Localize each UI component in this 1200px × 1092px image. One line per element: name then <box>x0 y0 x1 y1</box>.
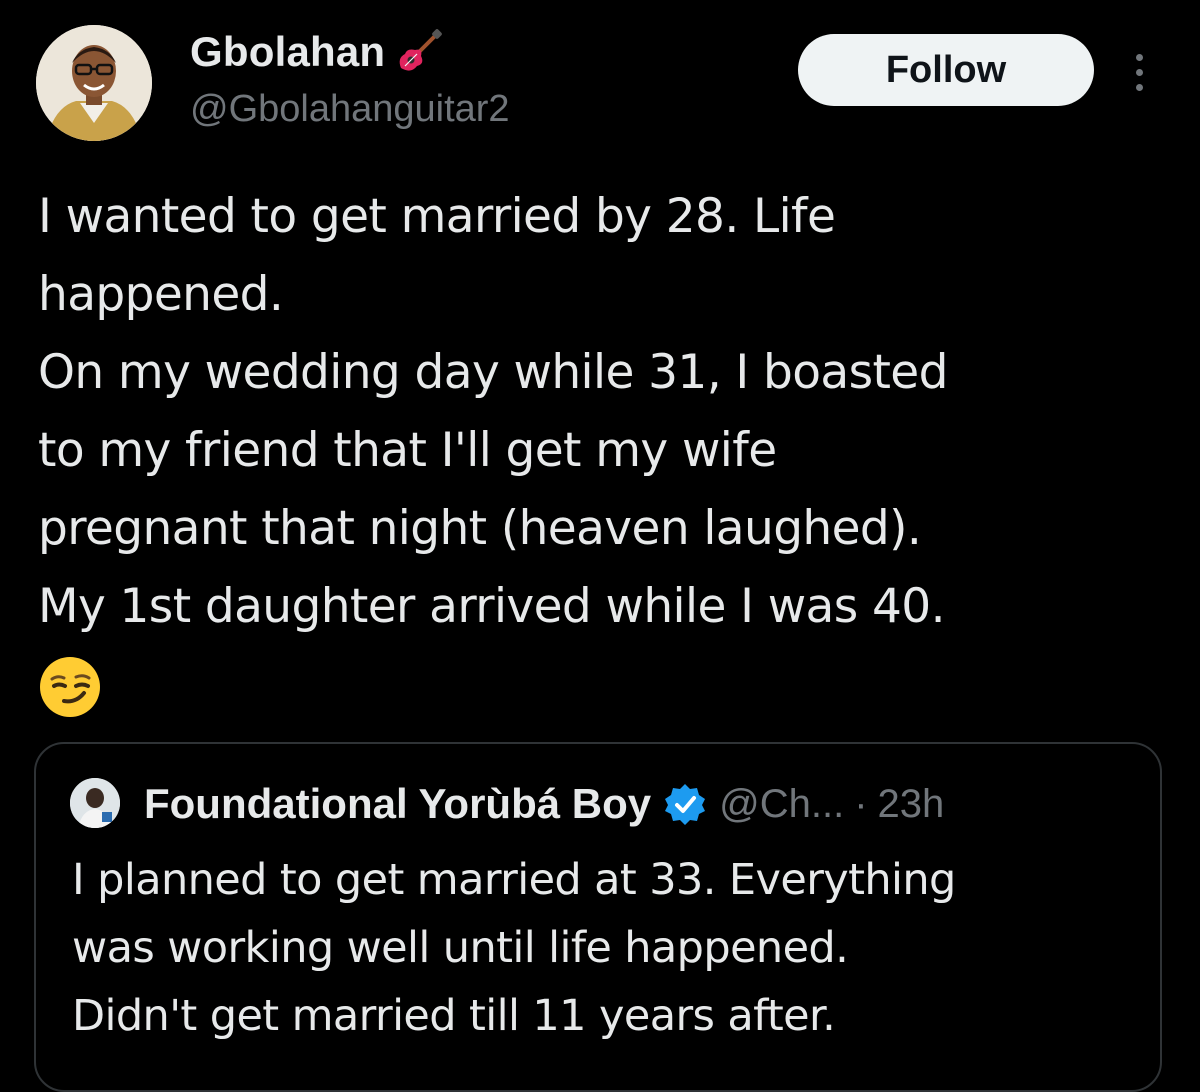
quoted-tweet-text: I planned to get married at 33. Everythi… <box>72 846 1152 1050</box>
avatar-photo <box>36 25 152 141</box>
separator-dot: · <box>854 781 868 826</box>
quoted-line: Didn't get married till 11 years after. <box>72 991 836 1041</box>
quoted-header: Foundational Yorùbá Boy @Ch... · 23h <box>144 774 944 834</box>
quoted-avatar-photo <box>70 778 120 828</box>
tweet-line: My 1st daughter arrived while I was 40. <box>38 579 946 634</box>
tweet-line: happened. <box>38 267 284 322</box>
author-handle[interactable]: @Gbolahanguitar2 <box>190 88 510 131</box>
verified-badge-icon <box>663 782 707 826</box>
quoted-timestamp[interactable]: 23h <box>878 782 945 827</box>
quoted-author-avatar[interactable] <box>70 778 120 828</box>
follow-button[interactable]: Follow <box>798 34 1094 106</box>
author-display-name[interactable]: Gbolahan <box>190 28 385 76</box>
guitar-icon <box>395 28 443 76</box>
quoted-line: I planned to get married at 33. Everythi… <box>72 855 956 905</box>
more-dot <box>1135 83 1143 91</box>
more-dot <box>1135 53 1143 61</box>
tweet-line: to my friend that I'll get my wife <box>38 423 777 478</box>
quoted-handle[interactable]: @Ch... <box>719 782 844 827</box>
tweet-line: I wanted to get married by 28. Life <box>38 189 836 244</box>
tweet-line: pregnant that night (heaven laughed). <box>38 501 922 556</box>
tweet-line: On my wedding day while 31, I boasted <box>38 345 948 400</box>
quoted-tweet-card[interactable]: Foundational Yorùbá Boy @Ch... · 23h I p… <box>34 742 1162 1092</box>
more-icon[interactable] <box>1124 44 1154 100</box>
author-name-row[interactable]: Gbolahan <box>190 24 443 80</box>
author-avatar[interactable] <box>36 25 152 141</box>
quoted-line: was working well until life happened. <box>72 923 849 973</box>
more-dot <box>1135 68 1143 76</box>
smirking-face-icon <box>38 655 102 719</box>
tweet-text: I wanted to get married by 28. Life happ… <box>38 178 1168 646</box>
quoted-display-name[interactable]: Foundational Yorùbá Boy <box>144 780 651 828</box>
